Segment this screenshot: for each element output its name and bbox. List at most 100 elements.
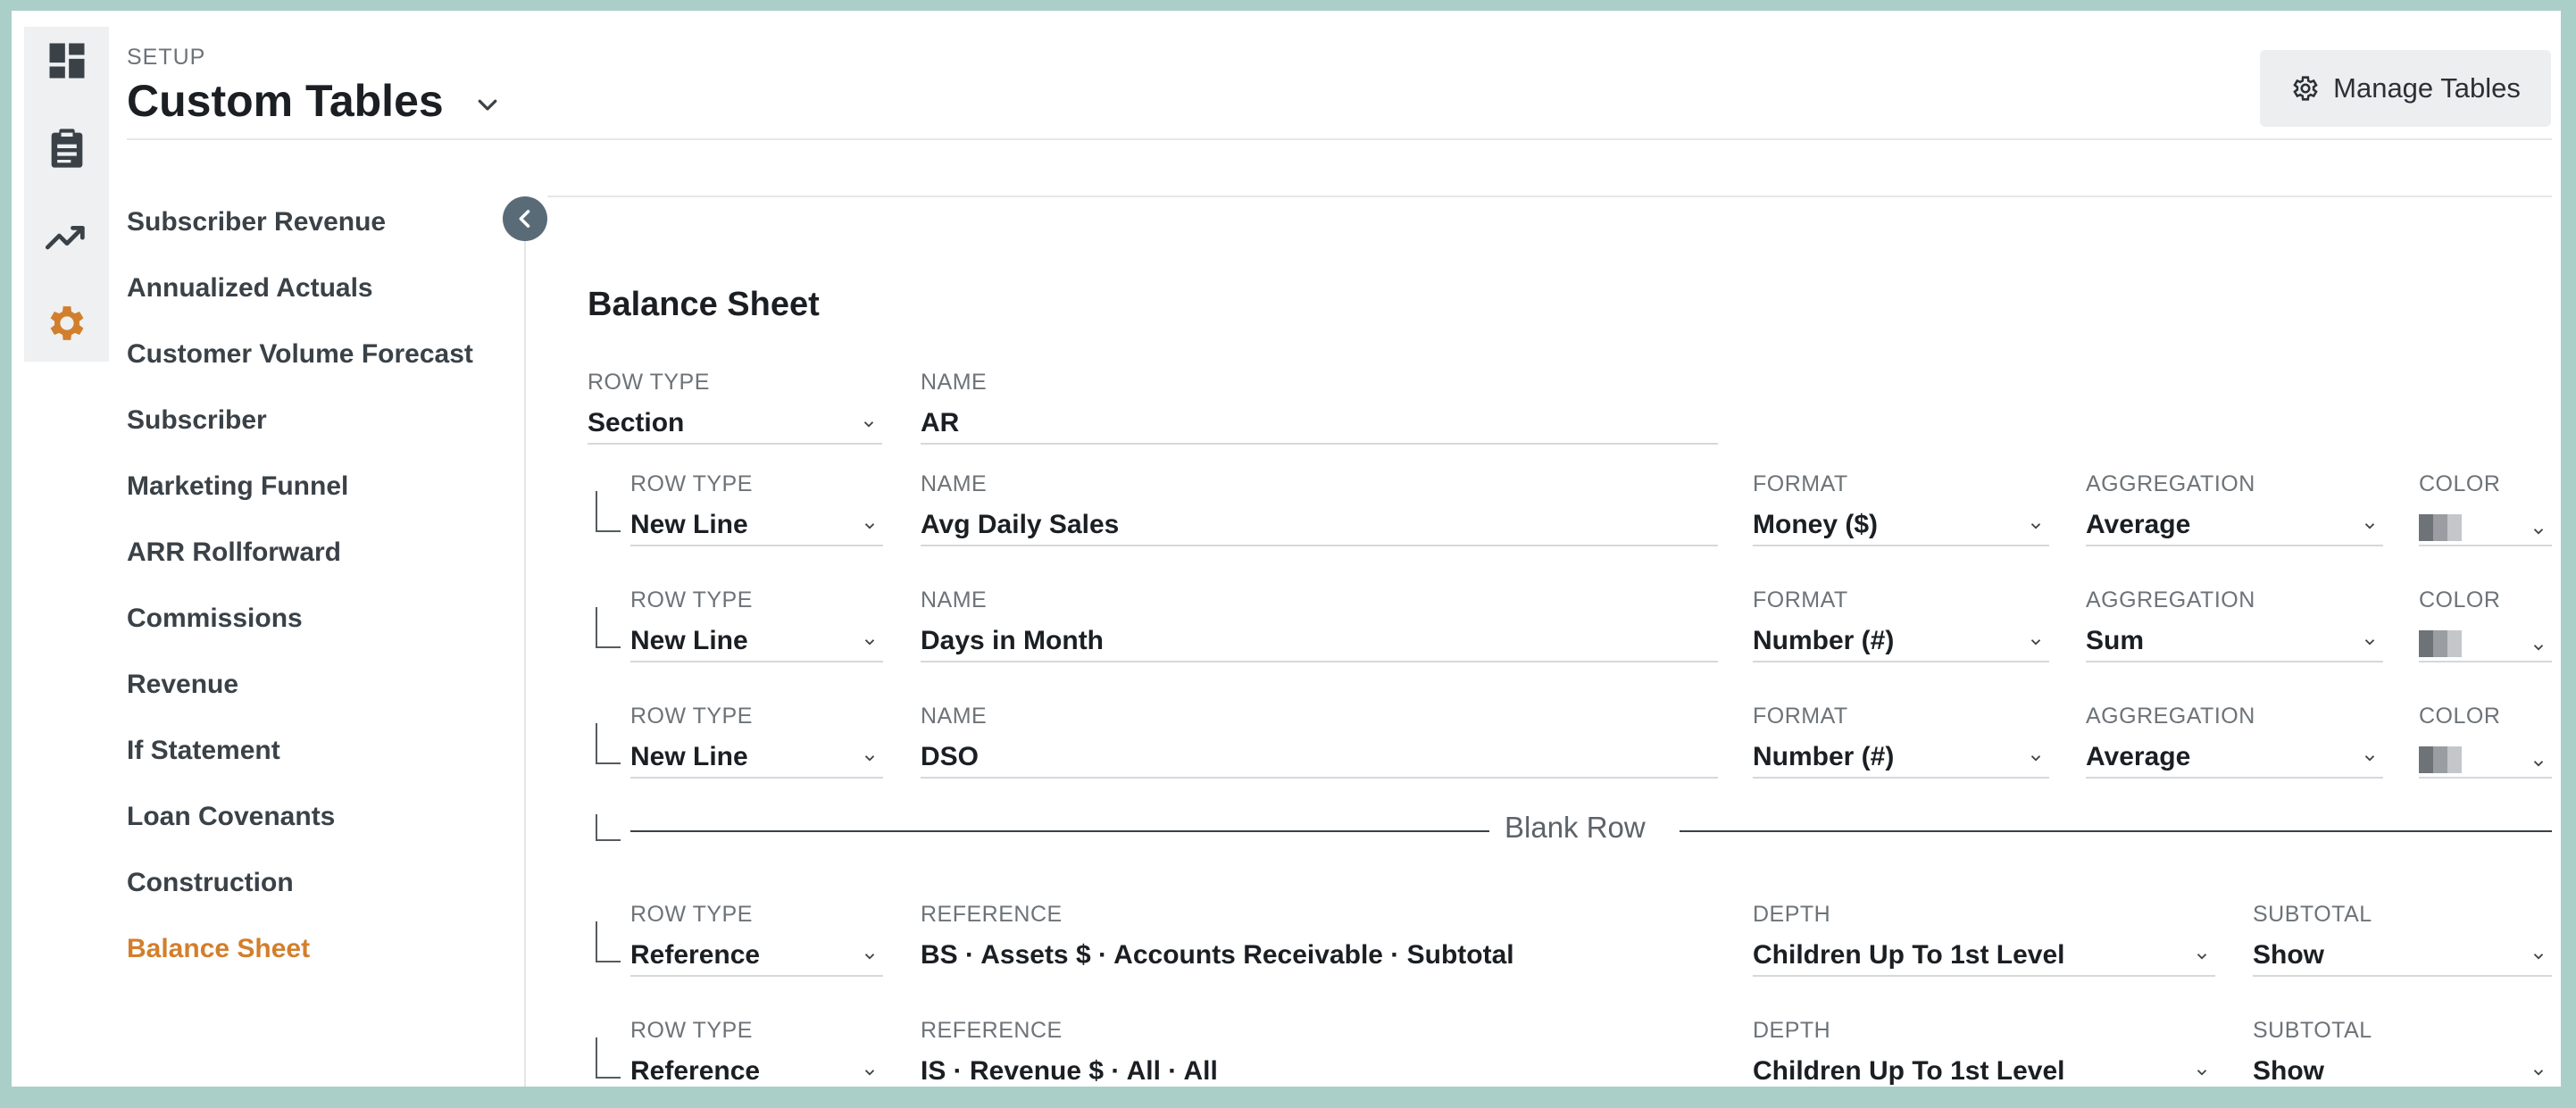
sidebar-item-marketing-funnel[interactable]: Marketing Funnel <box>127 454 520 520</box>
chevron-down-icon <box>2364 639 2375 646</box>
name-value: Avg Daily Sales <box>921 510 1120 539</box>
row-type-value: New Line <box>630 626 748 655</box>
page-eyebrow: SETUP <box>127 45 206 70</box>
dashboard-icon[interactable] <box>44 37 90 84</box>
row-type-value: New Line <box>630 510 748 539</box>
icon-rail <box>24 27 109 362</box>
field-label: NAME <box>921 370 988 395</box>
chevron-down-icon[interactable] <box>474 91 501 118</box>
depth-select[interactable]: DEPTH Children Up To 1st Level <box>1753 900 2215 977</box>
reference-value: BS · Assets $ · Accounts Receivable · Su… <box>921 940 1514 970</box>
chevron-down-icon <box>2533 529 2544 535</box>
name-value: DSO <box>921 742 980 771</box>
row-type-select[interactable]: ROW TYPE Reference <box>630 1016 883 1087</box>
app-window: SETUP Custom Tables Manage Tables Subscr… <box>12 11 2561 1087</box>
collapse-sidebar-button[interactable] <box>503 196 547 241</box>
chevron-down-icon <box>864 639 875 646</box>
name-input[interactable]: NAME Days in Month <box>921 586 1718 662</box>
sidebar-item-construction[interactable]: Construction <box>127 850 520 916</box>
color-swatch <box>2419 514 2462 542</box>
sidebar-item-annualized-actuals[interactable]: Annualized Actuals <box>127 255 520 321</box>
reference-select[interactable]: REFERENCE BS · Assets $ · Accounts Recei… <box>921 900 1718 977</box>
chevron-down-icon <box>2030 755 2041 762</box>
field-label: FORMAT <box>1753 704 1848 729</box>
row-type-select[interactable]: ROW TYPE New Line <box>630 586 883 662</box>
field-label: COLOR <box>2419 704 2501 729</box>
sidebar-item-revenue[interactable]: Revenue <box>127 652 520 718</box>
sidebar-item-loan-covenants[interactable]: Loan Covenants <box>127 784 520 850</box>
row-connector <box>596 921 621 962</box>
chevron-left-icon <box>519 210 530 228</box>
chevron-down-icon <box>2197 1070 2207 1076</box>
reference-select[interactable]: REFERENCE IS · Revenue $ · All · All <box>921 1016 1718 1087</box>
field-label: ROW TYPE <box>630 471 753 496</box>
aggregation-select[interactable]: AGGREGATION Sum <box>2086 586 2383 662</box>
field-label: REFERENCE <box>921 1018 1063 1043</box>
chevron-down-icon <box>864 755 875 762</box>
sidebar-item-balance-sheet[interactable]: Balance Sheet <box>127 916 520 982</box>
depth-select[interactable]: DEPTH Children Up To 1st Level <box>1753 1016 2215 1087</box>
sidebar-item-if-statement[interactable]: If Statement <box>127 718 520 784</box>
gear-icon[interactable] <box>44 300 90 346</box>
field-label: ROW TYPE <box>630 902 753 927</box>
field-label: COLOR <box>2419 471 2501 496</box>
name-input[interactable]: NAME Avg Daily Sales <box>921 470 1718 546</box>
field-label: FORMAT <box>1753 471 1848 496</box>
sidebar-item-subscriber-revenue[interactable]: Subscriber Revenue <box>127 189 520 255</box>
row-type-value: New Line <box>630 742 748 771</box>
row-type-value: Section <box>588 408 685 437</box>
color-select[interactable]: COLOR <box>2419 702 2552 779</box>
row-type-select[interactable]: ROW TYPE Reference <box>630 900 883 977</box>
sidebar-divider <box>524 198 526 1087</box>
row-connector <box>596 607 621 648</box>
page-title: Custom Tables <box>127 76 444 126</box>
trend-chart-icon[interactable] <box>44 212 90 259</box>
field-label: NAME <box>921 704 988 729</box>
depth-value: Children Up To 1st Level <box>1753 940 2065 970</box>
sidebar-item-arr-rollforward[interactable]: ARR Rollforward <box>127 520 520 586</box>
chevron-down-icon <box>2533 954 2544 960</box>
sidebar-item-customer-volume-forecast[interactable]: Customer Volume Forecast <box>127 321 520 387</box>
row-type-value: Reference <box>630 1056 761 1086</box>
name-value: AR <box>921 408 960 437</box>
field-label: ROW TYPE <box>588 370 710 395</box>
format-select[interactable]: FORMAT Number (#) <box>1753 586 2049 662</box>
subtotal-value: Show <box>2253 1056 2324 1086</box>
subtotal-value: Show <box>2253 940 2324 970</box>
color-select[interactable]: COLOR <box>2419 470 2552 546</box>
row-type-select[interactable]: ROW TYPE Section <box>588 368 882 445</box>
name-input[interactable]: NAME AR <box>921 368 1718 445</box>
clipboard-icon[interactable] <box>44 125 90 171</box>
aggregation-select[interactable]: AGGREGATION Average <box>2086 702 2383 779</box>
table-title: Balance Sheet <box>588 286 820 323</box>
aggregation-value: Average <box>2086 510 2191 539</box>
sidebar-item-subscriber[interactable]: Subscriber <box>127 387 520 454</box>
name-input[interactable]: NAME DSO <box>921 702 1718 779</box>
table-list: Subscriber Revenue Annualized Actuals Cu… <box>127 189 520 982</box>
field-label: ROW TYPE <box>630 587 753 612</box>
color-select[interactable]: COLOR <box>2419 586 2552 662</box>
chevron-down-icon <box>864 954 875 960</box>
format-value: Money ($) <box>1753 510 1879 539</box>
chevron-down-icon <box>2533 1070 2544 1076</box>
row-connector <box>596 723 621 764</box>
format-select[interactable]: FORMAT Number (#) <box>1753 702 2049 779</box>
subtotal-select[interactable]: SUBTOTAL Show <box>2253 900 2552 977</box>
sidebar-item-commissions[interactable]: Commissions <box>127 586 520 652</box>
row-connector <box>596 814 621 841</box>
aggregation-value: Sum <box>2086 626 2145 655</box>
blank-row-line <box>630 830 1489 832</box>
row-type-select[interactable]: ROW TYPE New Line <box>630 470 883 546</box>
aggregation-select[interactable]: AGGREGATION Average <box>2086 470 2383 546</box>
row-type-select[interactable]: ROW TYPE New Line <box>630 702 883 779</box>
chevron-down-icon <box>2030 523 2041 529</box>
field-label: ROW TYPE <box>630 1018 753 1043</box>
field-label: DEPTH <box>1753 1018 1831 1043</box>
color-swatch <box>2419 746 2462 774</box>
header-divider <box>127 138 2552 140</box>
subtotal-select[interactable]: SUBTOTAL Show <box>2253 1016 2552 1087</box>
field-label: SUBTOTAL <box>2253 1018 2372 1043</box>
gear-outline-icon <box>2293 76 2318 101</box>
manage-tables-button[interactable]: Manage Tables <box>2260 50 2551 127</box>
format-select[interactable]: FORMAT Money ($) <box>1753 470 2049 546</box>
